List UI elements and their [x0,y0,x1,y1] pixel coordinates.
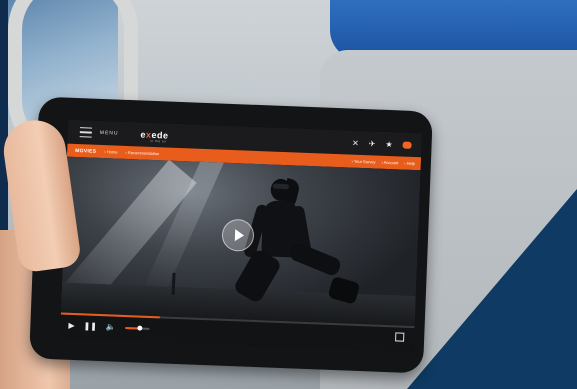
hamburger-menu-icon[interactable] [79,127,93,138]
video-frame[interactable] [60,156,421,327]
volume-knob[interactable] [137,324,143,331]
play-icon[interactable]: ▶ [68,321,74,330]
tablet-screen: MENU exede in the air ✕ ✈ ★ MOVIES › Home… [59,119,423,352]
fullscreen-icon[interactable] [395,332,405,342]
top-icon-group: ✕ ✈ ★ [352,138,412,149]
volume-icon[interactable]: 🔈 [106,322,116,331]
breadcrumb-current[interactable]: › Recommendation [125,150,159,156]
menu-label[interactable]: MENU [100,130,119,137]
control-buttons: ▶ ❚❚ 🔈 [68,321,149,333]
pause-icon[interactable]: ❚❚ [83,321,97,331]
section-title[interactable]: MOVIES [75,147,96,154]
tablet-device: MENU exede in the air ✕ ✈ ★ MOVIES › Home… [29,96,433,374]
heroine-leg-right [287,241,343,278]
help-link[interactable]: › Help [404,161,415,166]
exede-logo: exede in the air [140,129,169,144]
star-icon[interactable]: ★ [385,139,393,148]
tools-icon[interactable]: ✕ [352,138,359,147]
breadcrumb-home[interactable]: › Home [104,149,117,155]
volume-slider[interactable] [124,324,149,331]
chat-badge-icon[interactable] [402,141,412,149]
airplane-icon[interactable]: ✈ [369,139,376,148]
logo-tagline: in the air [150,138,167,144]
heroine-mask [272,183,289,190]
survey-link[interactable]: › Your Survey [351,159,375,165]
account-link[interactable]: › Account [381,160,398,166]
header-links: › Your Survey › Account › Help [351,159,415,166]
